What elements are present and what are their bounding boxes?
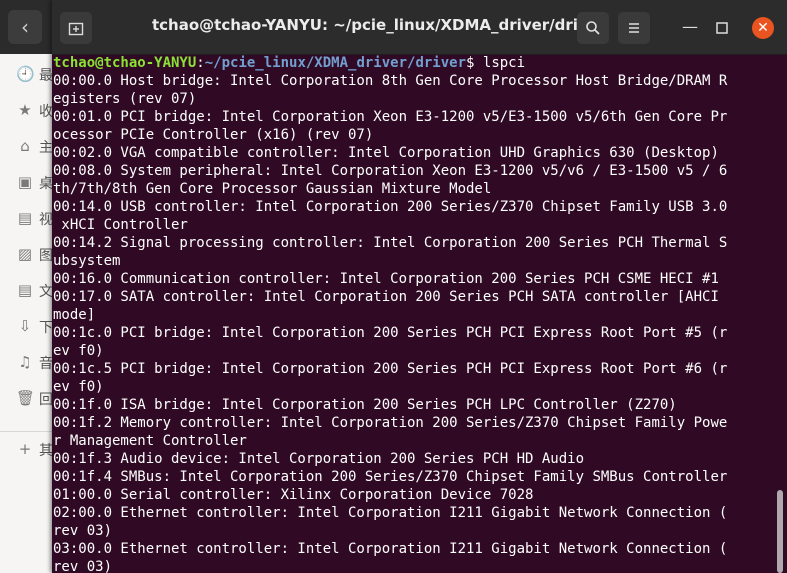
sidebar-item[interactable]: ▤ 文 <box>0 280 53 300</box>
output-line: 00:1c.0 PCI bridge: Intel Corporation 20… <box>53 325 728 341</box>
search-icon <box>586 21 600 35</box>
output-line: mode] <box>53 307 96 323</box>
file-manager-sidebar: 🕘 最 ★ 收 ⌂ 主 ▣ 桌 ▤ 视 ▨ 图 ▤ 文 ⇩ 下 ♫ 音 🗑 回 + 其 <box>0 54 53 573</box>
output-line: ev f0) <box>53 343 104 359</box>
output-line: 00:17.0 SATA controller: Intel Corporati… <box>53 289 719 305</box>
sidebar-item-label: 最 <box>39 68 53 84</box>
sidebar-item-label: 视 <box>39 212 53 228</box>
menu-button[interactable] <box>618 12 650 44</box>
sidebar-item-label: 桌 <box>39 176 53 192</box>
output-line: 00:16.0 Communication controller: Intel … <box>53 271 719 287</box>
maximize-icon <box>716 22 728 34</box>
output-line: 02:00.0 Ethernet controller: Intel Corpo… <box>53 505 728 521</box>
prompt-path: ~/pcie_linux/XDMA_driver/driver <box>204 55 467 71</box>
output-line: ev f0) <box>53 379 104 395</box>
sidebar-item-label: 下 <box>39 320 53 336</box>
output-line: ocessor PCIe Controller (x16) (rev 07) <box>53 127 374 143</box>
sidebar-divider <box>0 431 52 432</box>
music-icon: ♫ <box>18 353 32 371</box>
sidebar-item[interactable]: 🗑 回 <box>0 388 53 408</box>
close-button[interactable]: ✕ <box>752 17 774 39</box>
back-button[interactable]: ‹ <box>8 10 42 44</box>
output-line: th/7th/8th Gen Core Processor Gaussian M… <box>53 181 492 197</box>
output-line: 03:00.0 Ethernet controller: Intel Corpo… <box>53 541 728 557</box>
output-line: 00:14.0 USB controller: Intel Corporatio… <box>53 199 728 215</box>
hamburger-menu-icon <box>629 23 639 33</box>
output-line: r Management Controller <box>53 433 247 449</box>
output-line: 00:1f.2 Memory controller: Intel Corpora… <box>53 415 728 431</box>
terminal-titlebar[interactable]: tchao@tchao-YANYU: ~/pcie_linux/XDMA_dri… <box>52 0 787 55</box>
search-button[interactable] <box>577 12 609 44</box>
plus-icon: + <box>18 440 32 458</box>
prompt-user-host: tchao@tchao-YANYU <box>53 55 197 71</box>
sidebar-item[interactable]: ▣ 桌 <box>0 172 53 192</box>
film-icon: ▤ <box>17 209 33 227</box>
sidebar-item[interactable]: ▨ 图 <box>0 244 53 264</box>
sidebar-item[interactable]: ⇩ 下 <box>0 316 53 336</box>
sidebar-item-label: 收 <box>39 104 53 120</box>
chevron-left-icon: ‹ <box>21 15 29 39</box>
output-line: 00:14.2 Signal processing controller: In… <box>53 235 728 251</box>
sidebar-item[interactable]: + 其 <box>0 439 53 459</box>
document-icon: ▤ <box>17 281 33 299</box>
sidebar-item-label: 图 <box>39 248 53 264</box>
sidebar-item[interactable]: 🕘 最 <box>0 64 53 84</box>
close-icon: ✕ <box>757 20 769 36</box>
output-line: 00:02.0 VGA compatible controller: Intel… <box>53 145 719 161</box>
output-line: 00:1c.5 PCI bridge: Intel Corporation 20… <box>53 361 728 377</box>
prompt-command: lspci <box>482 55 526 71</box>
command-prompt-line: tchao@tchao-YANYU:~/pcie_linux/XDMA_driv… <box>53 54 774 72</box>
window-title: tchao@tchao-YANYU: ~/pcie_linux/XDMA_dri… <box>152 16 606 34</box>
image-icon: ▨ <box>17 245 33 263</box>
output-line: xHCI Controller <box>53 217 188 233</box>
prompt-symbol: $ <box>466 55 483 71</box>
star-icon: ★ <box>18 101 32 119</box>
output-line: 00:08.0 System peripheral: Intel Corpora… <box>53 163 728 179</box>
home-icon: ⌂ <box>20 137 30 155</box>
sidebar-item[interactable]: ♫ 音 <box>0 352 53 372</box>
desktop-icon: ▣ <box>17 173 33 191</box>
sidebar-item-label: 主 <box>39 140 53 156</box>
scrollbar-thumb[interactable] <box>777 490 783 573</box>
output-line: 00:1f.0 ISA bridge: Intel Corporation 20… <box>53 397 677 413</box>
output-line: egisters (rev 07) <box>53 91 197 107</box>
sidebar-item[interactable]: ⌂ 主 <box>0 136 53 156</box>
command-output: 00:00.0 Host bridge: Intel Corporation 8… <box>52 72 774 573</box>
terminal-output[interactable]: tchao@tchao-YANYU:~/pcie_linux/XDMA_driv… <box>52 54 774 573</box>
sidebar-item-label: 音 <box>39 356 53 372</box>
output-line: rev 03) <box>53 559 113 573</box>
sidebar-item-label: 文 <box>39 284 53 300</box>
minimize-button[interactable]: — <box>680 18 700 38</box>
trash-icon: 🗑 <box>16 389 36 407</box>
sidebar-item-label: 回 <box>39 392 53 408</box>
clock-icon: 🕘 <box>16 65 35 83</box>
sidebar-item[interactable]: ▤ 视 <box>0 208 53 228</box>
prompt-separator: : <box>196 55 205 71</box>
maximize-button[interactable] <box>712 18 732 38</box>
output-line: rev 03) <box>53 523 113 539</box>
download-icon: ⇩ <box>18 317 32 335</box>
terminal-window: tchao@tchao-YANYU: ~/pcie_linux/XDMA_dri… <box>52 0 787 573</box>
output-line: 00:01.0 PCI bridge: Intel Corporation Xe… <box>53 109 728 125</box>
output-line: 01:00.0 Serial controller: Xilinx Corpor… <box>53 487 534 503</box>
sidebar-item-label: 其 <box>39 443 53 459</box>
output-line: 00:1f.4 SMBus: Intel Corporation 200 Ser… <box>53 469 728 485</box>
minimize-icon: — <box>682 17 698 36</box>
new-tab-icon <box>68 22 84 36</box>
output-line: 00:1f.3 Audio device: Intel Corporation … <box>53 451 585 467</box>
output-line: 00:00.0 Host bridge: Intel Corporation 8… <box>53 73 728 89</box>
sidebar-item[interactable]: ★ 收 <box>0 100 53 120</box>
new-tab-button[interactable] <box>60 12 92 44</box>
output-line: ubsystem <box>53 253 121 269</box>
